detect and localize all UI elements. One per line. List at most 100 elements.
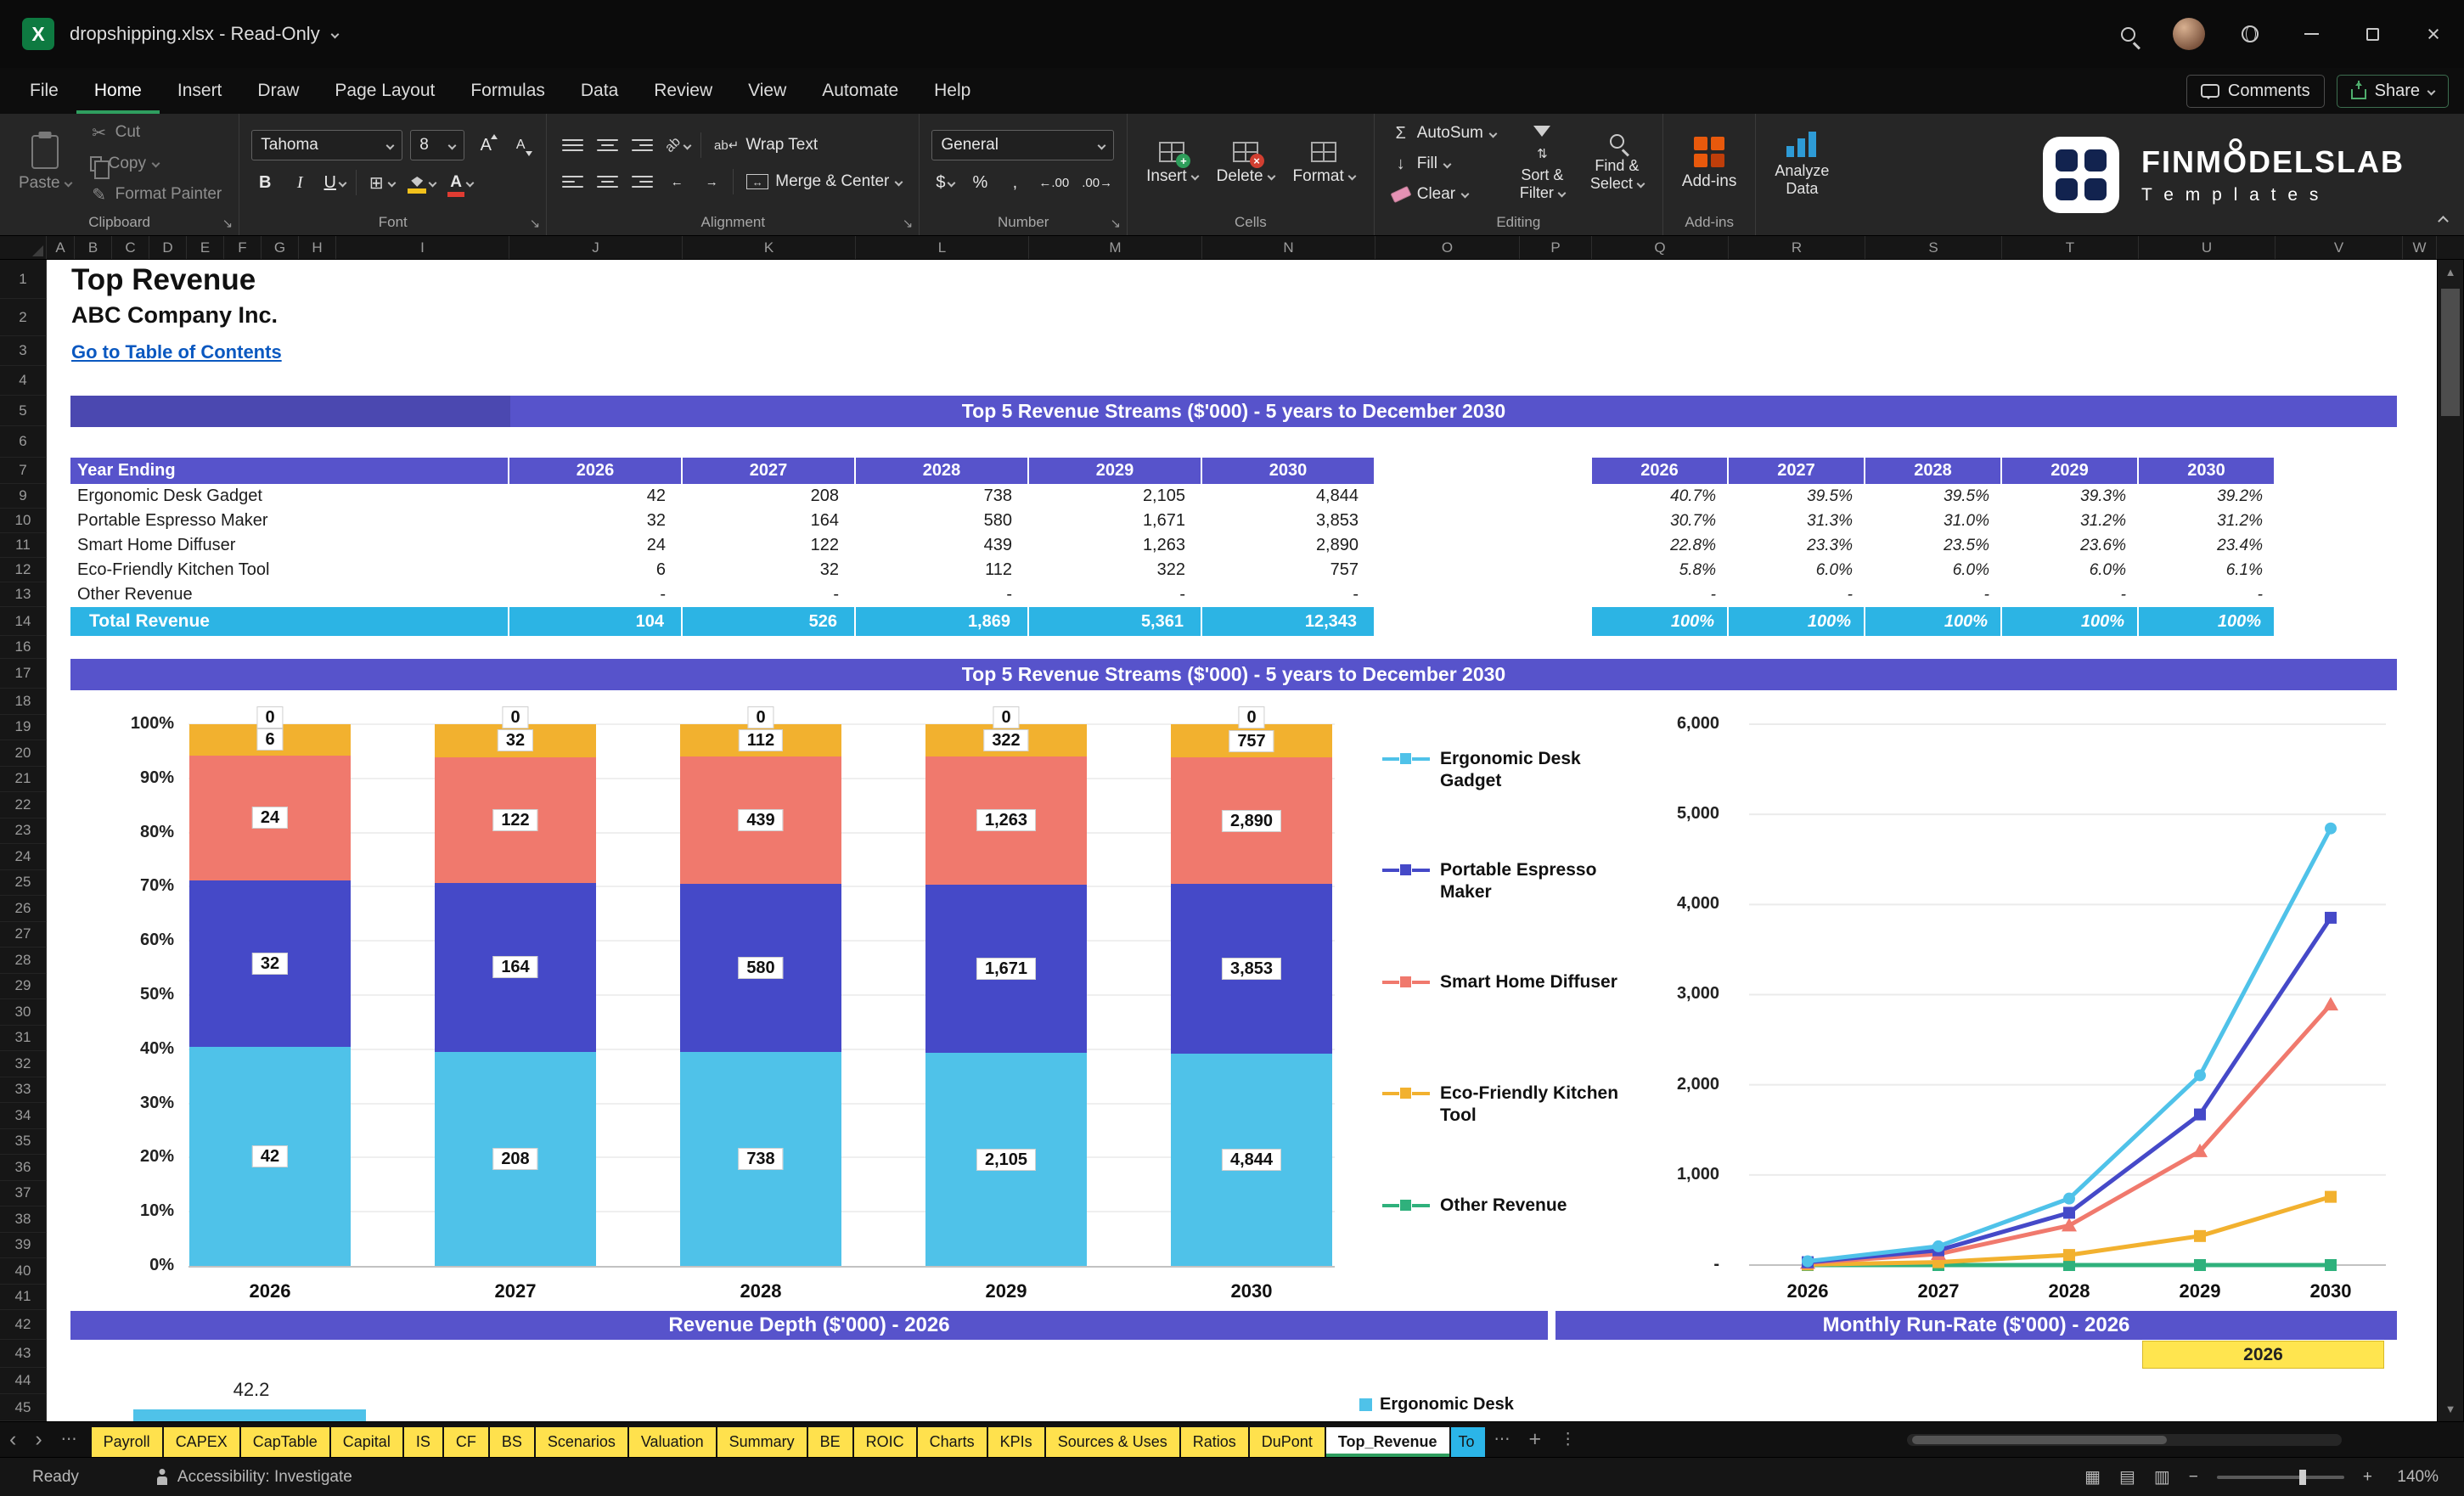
column-header-V[interactable]: V [2276, 236, 2403, 259]
company-name[interactable]: ABC Company Inc. [71, 302, 278, 329]
pct-cell[interactable]: 6.0% [1865, 558, 2002, 582]
all-sheets-button[interactable]: ⋯ [52, 1431, 87, 1448]
value-cell[interactable]: 3,853 [1202, 509, 1375, 533]
wrap-text-button[interactable]: ab↵ Wrap Text [709, 134, 823, 156]
pct-cell[interactable]: - [2002, 582, 2139, 607]
total-pct-cell[interactable]: 100% [1729, 607, 1865, 636]
addins-button[interactable]: Add-ins [1675, 135, 1743, 193]
total-revenue-label[interactable]: Total Revenue [70, 607, 509, 636]
column-header-G[interactable]: G [262, 236, 299, 259]
font-name-select[interactable]: Tahoma [251, 130, 403, 160]
sheet-tab-ratios[interactable]: Ratios [1180, 1427, 1248, 1457]
total-pct-cell[interactable]: 100% [2139, 607, 2276, 636]
column-header-B[interactable]: B [75, 236, 112, 259]
column-header-S[interactable]: S [1865, 236, 2002, 259]
analyze-data-button[interactable]: Analyze Data [1768, 128, 1836, 200]
sheet-tab-valuation[interactable]: Valuation [628, 1427, 716, 1457]
percent-format-button[interactable]: % [966, 168, 993, 197]
next-sheet-button[interactable]: › [25, 1429, 51, 1450]
orientation-button[interactable]: ab [662, 131, 693, 160]
page-layout-view-button[interactable]: ▤ [2119, 1466, 2135, 1488]
close-button[interactable]: × [2403, 0, 2464, 68]
paste-button[interactable]: Paste [12, 133, 78, 194]
row-header-23[interactable]: 23 [0, 818, 47, 844]
sheet-tab-captable[interactable]: CapTable [240, 1427, 329, 1457]
total-value-cell[interactable]: 104 [509, 607, 683, 636]
row-header-13[interactable]: 13 [0, 582, 47, 607]
row-header-41[interactable]: 41 [0, 1284, 47, 1310]
row-header-35[interactable]: 35 [0, 1128, 47, 1155]
table-banner[interactable]: Top 5 Revenue Streams ($'000) - 5 years … [70, 396, 2397, 427]
app-options-button[interactable] [2219, 0, 2281, 68]
sheet-tab-payroll[interactable]: Payroll [91, 1427, 162, 1457]
accessibility-status[interactable]: Accessibility: Investigate [155, 1468, 352, 1487]
underline-button[interactable]: U [321, 168, 348, 197]
decrease-font-size-button[interactable]: A [507, 131, 534, 160]
column-header-O[interactable]: O [1375, 236, 1520, 259]
pct-cell[interactable]: - [1865, 582, 2002, 607]
sheet-canvas[interactable]: Top Revenue ABC Company Inc. Go to Table… [47, 260, 2437, 1421]
vertical-scrollbar[interactable]: ▲ ▼ [2437, 260, 2463, 1421]
sheet-title[interactable]: Top Revenue [71, 263, 256, 297]
horizontal-scrollbar[interactable] [1907, 1434, 2342, 1446]
increase-font-size-button[interactable]: A [472, 131, 499, 160]
zoom-level[interactable]: 140% [2391, 1468, 2439, 1487]
monthly-runrate-banner[interactable]: Monthly Run-Rate ($'000) - 2026 [1555, 1311, 2397, 1340]
column-header-Q[interactable]: Q [1592, 236, 1729, 259]
fill-button[interactable]: ↓ Fill [1387, 153, 1501, 176]
sheet-tab-dupont[interactable]: DuPont [1249, 1427, 1325, 1457]
column-header-U[interactable]: U [2139, 236, 2276, 259]
pct-cell[interactable]: 31.0% [1865, 509, 2002, 533]
pct-cell[interactable]: 23.6% [2002, 533, 2139, 558]
row-header-32[interactable]: 32 [0, 1051, 47, 1077]
value-cell[interactable]: 24 [509, 533, 683, 558]
row-header-26[interactable]: 26 [0, 896, 47, 922]
sheet-tab-bs[interactable]: BS [489, 1427, 534, 1457]
year-ending-header[interactable]: Year Ending [70, 458, 509, 484]
zoom-slider-thumb[interactable] [2299, 1469, 2307, 1485]
menu-tab-view[interactable]: View [730, 68, 804, 114]
row-header-34[interactable]: 34 [0, 1103, 47, 1129]
sheet-tab-summary[interactable]: Summary [717, 1427, 807, 1457]
font-color-button[interactable]: A [446, 168, 475, 197]
row-header-22[interactable]: 22 [0, 792, 47, 818]
row-header-39[interactable]: 39 [0, 1232, 47, 1258]
copy-button[interactable]: Copy [85, 153, 228, 179]
column-header-E[interactable]: E [187, 236, 224, 259]
row-header-29[interactable]: 29 [0, 973, 47, 999]
horizontal-scrollbar-thumb[interactable] [1912, 1436, 2167, 1444]
value-cell[interactable]: 757 [1202, 558, 1375, 582]
menu-tab-insert[interactable]: Insert [160, 68, 240, 114]
column-header-H[interactable]: H [299, 236, 336, 259]
fill-color-button[interactable] [405, 168, 438, 197]
value-cell[interactable]: 1,671 [1029, 509, 1202, 533]
sheet-tab-capital[interactable]: Capital [330, 1427, 402, 1457]
pct-year-header-2026[interactable]: 2026 [1592, 458, 1729, 484]
pct-year-header-2030[interactable]: 2030 [2139, 458, 2276, 484]
column-header-I[interactable]: I [336, 236, 509, 259]
value-cell[interactable]: - [1029, 582, 1202, 607]
stream-label[interactable]: Smart Home Diffuser [70, 533, 509, 558]
pct-year-header-2029[interactable]: 2029 [2002, 458, 2139, 484]
pct-cell[interactable]: 39.3% [2002, 484, 2139, 509]
total-value-cell[interactable]: 526 [683, 607, 856, 636]
bold-button[interactable]: B [251, 168, 278, 197]
menu-tab-draw[interactable]: Draw [239, 68, 317, 114]
align-middle-button[interactable] [593, 131, 621, 160]
pct-cell[interactable]: - [1592, 582, 1729, 607]
pct-cell[interactable]: 23.4% [2139, 533, 2276, 558]
row-header-6[interactable]: 6 [0, 426, 47, 458]
year-header-2029[interactable]: 2029 [1029, 458, 1202, 484]
column-header-R[interactable]: R [1729, 236, 1865, 259]
value-cell[interactable]: 4,844 [1202, 484, 1375, 509]
menu-tab-help[interactable]: Help [916, 68, 988, 114]
pct-cell[interactable]: 31.2% [2139, 509, 2276, 533]
row-header-31[interactable]: 31 [0, 1025, 47, 1051]
row-header-12[interactable]: 12 [0, 558, 47, 582]
row-header-9[interactable]: 9 [0, 484, 47, 509]
total-value-cell[interactable]: 5,361 [1029, 607, 1202, 636]
row-header-24[interactable]: 24 [0, 844, 47, 870]
row-header-7[interactable]: 7 [0, 458, 47, 484]
row-header-2[interactable]: 2 [0, 299, 47, 336]
row-header-36[interactable]: 36 [0, 1155, 47, 1181]
